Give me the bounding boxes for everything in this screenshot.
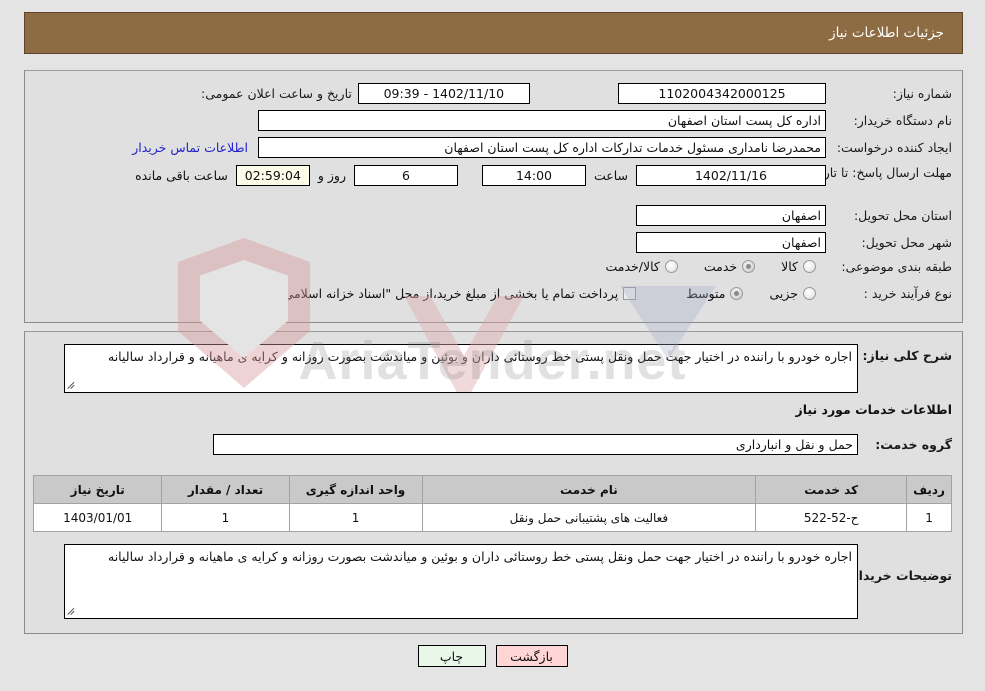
process-option-label: متوسط	[686, 286, 726, 301]
announce-datetime-field: 09:39 - 1402/11/10	[357, 83, 530, 104]
radio-icon[interactable]	[742, 260, 756, 273]
service-group-label: گروه خدمت:	[875, 437, 952, 452]
buyer-org-row: نام دستگاه خریدار: اداره کل پست استان اص…	[258, 110, 952, 131]
category-option-khedmat[interactable]: خدمت	[703, 259, 756, 274]
print-button[interactable]: چاپ	[417, 645, 486, 667]
category-option-label: کالا	[781, 259, 798, 274]
buyer-notes-label: توضیحات خریدار:	[846, 568, 952, 583]
general-desc-label: شرح کلی نیاز:	[862, 348, 952, 363]
remaining-hours-label: ساعت باقی مانده	[135, 168, 228, 183]
city-field: اصفهان	[636, 232, 826, 253]
deadline-date-field: 1402/11/16	[636, 165, 826, 186]
creator-row: ایجاد کننده درخواست: محمدرضا نامداری مسئ…	[132, 137, 952, 158]
need-number-row: شماره نیاز: 1102004342000125	[618, 83, 952, 104]
need-details-panel: شرح کلی نیاز: اجاره خودرو با راننده در ا…	[24, 331, 963, 634]
th-service-name: نام خدمت	[421, 475, 757, 504]
process-option-motavaset[interactable]: متوسط	[686, 286, 744, 301]
general-desc-value: اجاره خودرو با راننده در اختیار جهت حمل …	[108, 349, 852, 364]
page-title: جزئیات اطلاعات نیاز	[829, 25, 944, 41]
buyer-contact-link[interactable]: اطلاعات تماس خریدار	[132, 140, 248, 155]
creator-field: محمدرضا نامداری مسئول خدمات تدارکات ادار…	[258, 137, 826, 158]
process-radio-group: جزیی متوسط	[660, 286, 816, 301]
th-unit: واحد اندازه گیری	[288, 475, 423, 504]
deadline-row: مهلت ارسال پاسخ: تا تاریخ: 1402/11/16 سا…	[135, 163, 952, 186]
need-summary-panel: شماره نیاز: 1102004342000125 09:39 - 140…	[24, 70, 963, 323]
general-desc-row: شرح کلی نیاز: اجاره خودرو با راننده در ا…	[64, 344, 952, 393]
checkbox-icon[interactable]	[623, 287, 637, 300]
category-radio-group: کالا خدمت کالا/خدمت	[579, 259, 816, 274]
cell-need-date: 1403/01/01	[32, 503, 163, 532]
buyer-notes-textarea[interactable]: اجاره خودرو با راننده در اختیار جهت حمل …	[64, 544, 858, 619]
process-option-label: جزیی	[769, 286, 798, 301]
service-group-field: حمل و نقل و انبارداری	[213, 434, 858, 455]
th-row-no: ردیف	[906, 475, 952, 504]
resize-grip-icon[interactable]	[67, 381, 77, 391]
cell-quantity: 1	[161, 503, 290, 532]
services-table-body: 1 ح-52-522 فعالیت های پشتیبانی حمل ونقل …	[32, 503, 952, 532]
table-row: 1 ح-52-522 فعالیت های پشتیبانی حمل ونقل …	[32, 503, 952, 532]
category-label: طبقه بندی موضوعی:	[841, 259, 952, 274]
cell-row-no: 1	[906, 503, 952, 532]
buyer-org-field: اداره کل پست استان اصفهان	[258, 110, 826, 131]
buyer-notes-row: توضیحات خریدار: اجاره خودرو با راننده در…	[64, 544, 952, 619]
services-table-head: ردیف کد خدمت نام خدمت واحد اندازه گیری ت…	[32, 475, 952, 504]
radio-icon[interactable]	[730, 287, 744, 300]
province-label: استان محل تحویل:	[853, 208, 952, 223]
treasury-bond-checkbox-item[interactable]: پرداخت تمام یا بخشی از مبلغ خرید،از محل …	[220, 286, 637, 301]
cell-service-code: ح-52-522	[755, 503, 908, 532]
th-need-date: تاریخ نیاز	[32, 475, 163, 504]
footer-button-row: بازگشت چاپ	[0, 645, 985, 667]
city-row: شهر محل تحویل: اصفهان	[636, 232, 952, 253]
announce-datetime-row: 09:39 - 1402/11/10 تاریخ و ساعت اعلان عم…	[201, 83, 530, 104]
service-group-row: گروه خدمت: حمل و نقل و انبارداری	[213, 434, 952, 455]
general-desc-textarea[interactable]: اجاره خودرو با راننده در اختیار جهت حمل …	[64, 344, 858, 393]
services-section-title: اطلاعات خدمات مورد نیاز	[795, 402, 953, 417]
province-row: استان محل تحویل: اصفهان	[636, 205, 952, 226]
page-root: AriaTender.net جزئیات اطلاعات نیاز شماره…	[0, 0, 985, 691]
category-option-kala[interactable]: کالا	[781, 259, 816, 274]
cell-unit: 1	[288, 503, 423, 532]
radio-icon[interactable]	[664, 260, 678, 273]
deadline-label: مهلت ارسال پاسخ: تا تاریخ:	[807, 165, 952, 180]
need-number-label: شماره نیاز:	[892, 86, 952, 101]
category-option-label: کالا/خدمت	[605, 259, 660, 274]
th-quantity: تعداد / مقدار	[161, 475, 290, 504]
creator-label: ایجاد کننده درخواست:	[836, 140, 952, 155]
treasury-bond-text: پرداخت تمام یا بخشی از مبلغ خرید،از محل …	[219, 286, 619, 301]
days-label: روز و	[317, 168, 346, 183]
process-option-jozee[interactable]: جزیی	[769, 286, 816, 301]
buyer-org-label: نام دستگاه خریدار:	[853, 113, 952, 128]
services-table: ردیف کد خدمت نام خدمت واحد اندازه گیری ت…	[32, 475, 952, 532]
city-label: شهر محل تحویل:	[861, 235, 952, 250]
th-service-code: کد خدمت	[755, 475, 908, 504]
category-option-kala-khedmat[interactable]: کالا/خدمت	[605, 259, 678, 274]
hour-label: ساعت	[593, 168, 628, 183]
countdown-field: 02:59:04	[235, 165, 310, 186]
process-type-label: نوع فرآیند خرید :	[863, 286, 952, 301]
back-button[interactable]: بازگشت	[495, 645, 568, 667]
page-header-bar: جزئیات اطلاعات نیاز	[24, 12, 963, 54]
deadline-time-field: 14:00	[481, 165, 586, 186]
category-option-label: خدمت	[703, 259, 738, 274]
cell-service-name: فعالیت های پشتیبانی حمل ونقل	[421, 503, 757, 532]
radio-icon[interactable]	[803, 287, 816, 300]
buyer-notes-value: اجاره خودرو با راننده در اختیار جهت حمل …	[108, 549, 852, 564]
process-type-row: نوع فرآیند خرید : جزیی متوسط پرداخت تمام…	[194, 286, 952, 301]
announce-datetime-label: تاریخ و ساعت اعلان عمومی:	[201, 86, 352, 101]
remaining-days-field: 6	[353, 165, 458, 186]
radio-icon[interactable]	[803, 260, 816, 273]
need-number-field: 1102004342000125	[618, 83, 826, 104]
province-field: اصفهان	[636, 205, 826, 226]
table-header-row: ردیف کد خدمت نام خدمت واحد اندازه گیری ت…	[32, 475, 952, 504]
category-row: طبقه بندی موضوعی: کالا خدمت کالا/خدمت	[579, 259, 952, 274]
resize-grip-icon[interactable]	[67, 607, 77, 617]
